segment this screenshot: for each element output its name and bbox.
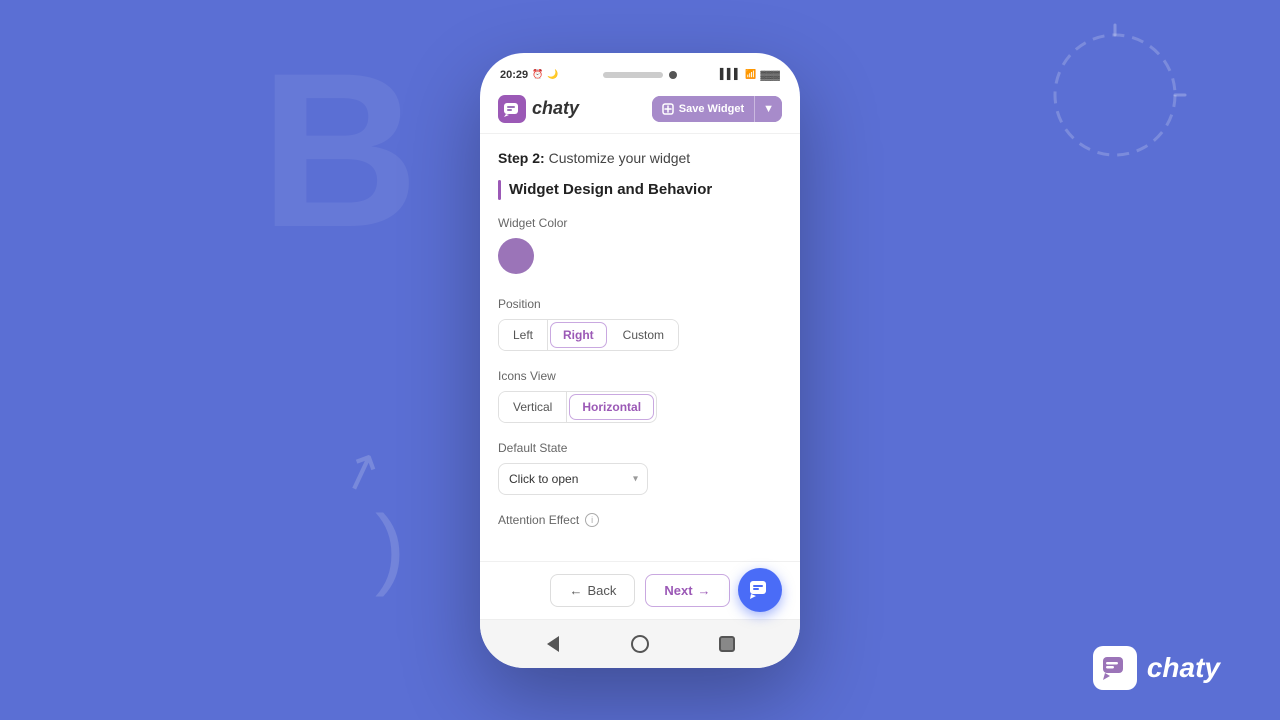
corner-branding: chaty [1093, 646, 1220, 690]
icons-view-toggle-group: Vertical Horizontal [498, 391, 657, 423]
battery-icon: ▓▓▓ [760, 70, 780, 80]
icons-view-label: Icons View [498, 369, 782, 383]
position-toggle-group: Left Right Custom [498, 319, 679, 351]
save-widget-button[interactable]: Save Widget ▼ [652, 96, 782, 122]
attention-info-icon[interactable]: i [585, 513, 599, 527]
corner-brand-name: chaty [1147, 652, 1220, 684]
content-area: Step 2: Customize your widget Widget Des… [480, 134, 800, 561]
step-description: Customize your widget [549, 150, 691, 166]
logo-area: chaty [498, 95, 579, 123]
moon-icon: 🌙 [547, 69, 558, 80]
logo-name: chaty [532, 98, 579, 119]
default-state-group: Default State Click to open Always open … [498, 441, 782, 495]
position-label: Position [498, 297, 782, 311]
attention-row: Attention Effect i [498, 513, 782, 527]
widget-color-group: Widget Color [498, 216, 782, 279]
widget-color-label: Widget Color [498, 216, 782, 230]
default-state-select[interactable]: Click to open Always open Always closed [498, 463, 648, 495]
position-right-button[interactable]: Right [550, 322, 607, 348]
back-label: Back [587, 583, 616, 598]
nav-recents-button[interactable] [713, 630, 741, 658]
back-arrow-icon: ← [569, 583, 582, 598]
android-nav [480, 619, 800, 668]
position-left-button[interactable]: Left [499, 320, 548, 350]
alarm-icon: ⏰ [532, 69, 543, 80]
pill-indicator [603, 72, 663, 78]
wifi-icon: 📶 [745, 69, 756, 80]
next-label: Next [664, 583, 692, 598]
phone-frame: 20:29 ⏰ 🌙 ▌▌▌ 📶 ▓▓▓ chaty [480, 53, 800, 668]
nav-back-button[interactable] [539, 630, 567, 658]
position-custom-button[interactable]: Custom [609, 320, 678, 350]
icons-view-group: Icons View Vertical Horizontal [498, 369, 782, 423]
logo-icon [498, 95, 526, 123]
status-bar: 20:29 ⏰ 🌙 ▌▌▌ 📶 ▓▓▓ [480, 65, 800, 85]
attention-effect-label: Attention Effect [498, 513, 579, 527]
corner-chat-icon [1093, 646, 1137, 690]
icons-horizontal-button[interactable]: Horizontal [569, 394, 654, 420]
next-button[interactable]: Next → [645, 574, 729, 607]
default-state-wrapper: Click to open Always open Always closed … [498, 463, 648, 495]
attention-effect-group: Attention Effect i [498, 513, 782, 527]
camera-dot [669, 71, 677, 79]
next-arrow-icon: → [698, 583, 711, 598]
time-display: 20:29 [500, 69, 528, 81]
default-state-label: Default State [498, 441, 782, 455]
section-accent [498, 180, 501, 200]
fab-chat-button[interactable] [738, 568, 782, 612]
step-title: Step 2: Customize your widget [498, 150, 782, 166]
section-title: Widget Design and Behavior [509, 181, 712, 198]
nav-home-button[interactable] [626, 630, 654, 658]
step-label: Step 2: [498, 150, 545, 166]
save-dropdown-arrow: ▼ [763, 103, 774, 115]
app-header: chaty Save Widget ▼ [480, 85, 800, 134]
bottom-nav: ← Back Next → [480, 561, 800, 619]
signal-icon: ▌▌▌ [720, 69, 741, 80]
position-group: Position Left Right Custom [498, 297, 782, 351]
section-header: Widget Design and Behavior [498, 180, 782, 200]
color-swatch-button[interactable] [498, 238, 534, 274]
back-button[interactable]: ← Back [550, 574, 635, 607]
icons-vertical-button[interactable]: Vertical [499, 392, 567, 422]
save-widget-label: Save Widget [679, 103, 744, 115]
